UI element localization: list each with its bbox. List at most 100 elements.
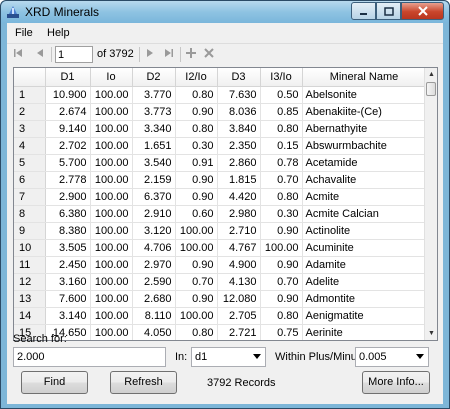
table-cell[interactable]: 0.90	[260, 222, 303, 240]
table-cell[interactable]: 7.600	[45, 290, 91, 308]
title-bar[interactable]: XRD Minerals	[1, 1, 449, 23]
table-row[interactable]: 11 2.450 100.00 2.970 0.90 4.900 0.90 Adamite	[14, 256, 427, 274]
table-cell[interactable]: 3.540	[132, 154, 176, 172]
table-cell[interactable]: 8.036	[217, 103, 261, 121]
first-record-icon[interactable]	[11, 47, 25, 61]
row-header[interactable]: 7	[14, 188, 46, 206]
last-record-icon[interactable]	[162, 47, 176, 61]
table-cell[interactable]: 0.90	[175, 103, 218, 121]
table-cell[interactable]: 2.710	[217, 222, 261, 240]
row-header[interactable]: 13	[14, 290, 46, 308]
table-cell[interactable]: 5.700	[45, 154, 91, 172]
table-cell[interactable]: 100.00	[90, 137, 133, 155]
table-cell[interactable]: 0.90	[175, 188, 218, 206]
table-cell[interactable]: 0.80	[260, 120, 303, 138]
column-header-io[interactable]: Io	[90, 68, 133, 87]
table-cell[interactable]: 0.70	[260, 273, 303, 291]
row-header[interactable]: 11	[14, 256, 46, 274]
table-row[interactable]: 2 2.674 100.00 3.773 0.90 8.036 0.85 Abenakiite…	[14, 103, 427, 121]
column-header-mineral-name[interactable]: Mineral Name	[302, 68, 427, 87]
table-cell[interactable]: 9.140	[45, 120, 91, 138]
table-cell[interactable]: 0.30	[260, 205, 303, 223]
table-cell[interactable]: 3.770	[132, 86, 176, 104]
table-row[interactable]: 12 3.160 100.00 2.590 0.70 4.130 0.70 Adelite	[14, 273, 427, 291]
mineral-name-cell[interactable]: Abernathyite	[302, 120, 427, 138]
vertical-scrollbar[interactable]: ▲ ▼	[424, 68, 437, 340]
close-button[interactable]	[401, 2, 444, 20]
table-cell[interactable]: 100.00	[90, 324, 133, 340]
table-cell[interactable]: 0.90	[175, 290, 218, 308]
table-cell[interactable]: 3.840	[217, 120, 261, 138]
table-cell[interactable]: 8.110	[132, 307, 176, 325]
row-header[interactable]: 14	[14, 307, 46, 325]
table-row[interactable]: 3 9.140 100.00 3.340 0.80 3.840 0.80 Abernathyi…	[14, 120, 427, 138]
table-row[interactable]: 13 7.600 100.00 2.680 0.90 12.080 0.90 Admontit…	[14, 290, 427, 308]
mineral-name-cell[interactable]: Aenigmatite	[302, 307, 427, 325]
column-header-d2[interactable]: D2	[132, 68, 176, 87]
scrollbar-thumb[interactable]	[426, 82, 436, 96]
row-header[interactable]: 5	[14, 154, 46, 172]
table-cell[interactable]: 0.15	[260, 137, 303, 155]
row-header[interactable]: 3	[14, 120, 46, 138]
table-cell[interactable]: 0.80	[175, 86, 218, 104]
table-cell[interactable]: 2.450	[45, 256, 91, 274]
mineral-name-cell[interactable]: Admontite	[302, 290, 427, 308]
row-header[interactable]: 6	[14, 171, 46, 189]
mineral-name-cell[interactable]: Achavalite	[302, 171, 427, 189]
table-cell[interactable]: 0.80	[260, 307, 303, 325]
table-cell[interactable]: 0.90	[260, 290, 303, 308]
record-position-input[interactable]	[55, 46, 93, 63]
column-header-i3-io[interactable]: I3/Io	[260, 68, 303, 87]
table-cell[interactable]: 3.505	[45, 239, 91, 257]
table-cell[interactable]: 8.380	[45, 222, 91, 240]
table-cell[interactable]: 100.00	[260, 239, 303, 257]
table-cell[interactable]: 4.900	[217, 256, 261, 274]
table-row[interactable]: 14 3.140 100.00 8.110 100.00 2.705 0.80 Aenigma…	[14, 307, 427, 325]
table-cell[interactable]: 4.706	[132, 239, 176, 257]
table-cell[interactable]: 2.778	[45, 171, 91, 189]
table-cell[interactable]: 2.159	[132, 171, 176, 189]
table-cell[interactable]: 100.00	[90, 239, 133, 257]
table-cell[interactable]: 0.90	[260, 256, 303, 274]
refresh-button[interactable]: Refresh	[110, 371, 177, 394]
table-cell[interactable]: 2.860	[217, 154, 261, 172]
table-cell[interactable]: 100.00	[90, 86, 133, 104]
previous-record-icon[interactable]	[33, 47, 47, 61]
table-cell[interactable]: 3.120	[132, 222, 176, 240]
table-cell[interactable]: 4.130	[217, 273, 261, 291]
table-cell[interactable]: 100.00	[90, 120, 133, 138]
table-cell[interactable]: 2.980	[217, 205, 261, 223]
table-cell[interactable]: 2.721	[217, 324, 261, 340]
table-cell[interactable]: 4.050	[132, 324, 176, 340]
mineral-name-cell[interactable]: Acmite Calcian	[302, 205, 427, 223]
column-header-d3[interactable]: D3	[217, 68, 261, 87]
table-cell[interactable]: 12.080	[217, 290, 261, 308]
next-record-icon[interactable]	[143, 47, 157, 61]
row-header[interactable]: 9	[14, 222, 46, 240]
table-cell[interactable]: 6.370	[132, 188, 176, 206]
table-cell[interactable]: 4.420	[217, 188, 261, 206]
table-cell[interactable]: 7.630	[217, 86, 261, 104]
table-cell[interactable]: 2.674	[45, 103, 91, 121]
table-row[interactable]: 10 3.505 100.00 4.706 100.00 4.767 100.00 Acumi…	[14, 239, 427, 257]
table-cell[interactable]: 2.350	[217, 137, 261, 155]
mineral-name-cell[interactable]: Aerinite	[302, 324, 427, 340]
table-cell[interactable]: 6.380	[45, 205, 91, 223]
table-cell[interactable]: 100.00	[90, 290, 133, 308]
table-cell[interactable]: 2.910	[132, 205, 176, 223]
table-cell[interactable]: 100.00	[90, 256, 133, 274]
table-cell[interactable]: 0.30	[175, 137, 218, 155]
table-cell[interactable]: 0.90	[175, 171, 218, 189]
search-column-select[interactable]: d1	[191, 347, 266, 367]
menu-help[interactable]: Help	[47, 27, 70, 39]
table-cell[interactable]: 3.160	[45, 273, 91, 291]
row-header[interactable]: 4	[14, 137, 46, 155]
menu-file[interactable]: File	[15, 27, 33, 39]
table-cell[interactable]: 100.00	[90, 188, 133, 206]
table-cell[interactable]: 100.00	[90, 171, 133, 189]
table-row[interactable]: 15 14.650 100.00 4.050 0.80 2.721 0.75 Aerinite	[14, 324, 427, 340]
table-cell[interactable]: 0.80	[260, 188, 303, 206]
table-cell[interactable]: 2.680	[132, 290, 176, 308]
add-record-icon[interactable]	[184, 47, 198, 61]
table-cell[interactable]: 100.00	[175, 222, 218, 240]
